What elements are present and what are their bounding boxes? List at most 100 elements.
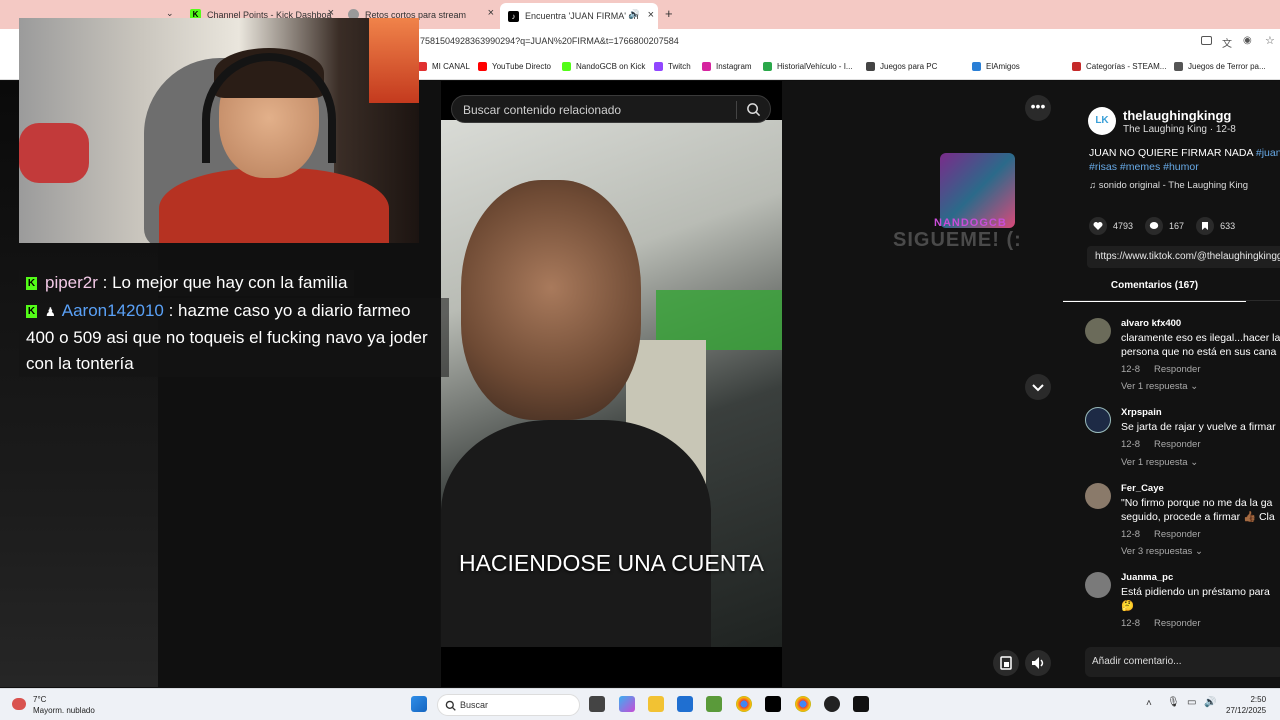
view-replies-button[interactable]: Ver 1 respuesta ⌄ xyxy=(1121,381,1198,392)
author-handle[interactable]: thelaughingkingg xyxy=(1123,108,1231,123)
comment-meta: 12-8 Responder xyxy=(1121,439,1201,450)
chevron-up-icon[interactable]: ˄ xyxy=(1146,698,1152,709)
eye-off-icon[interactable]: ◉ xyxy=(1243,35,1252,46)
author-name-date: The Laughing King · 12-8 xyxy=(1123,124,1236,135)
avatar[interactable] xyxy=(1085,483,1111,509)
volume-button[interactable] xyxy=(1025,650,1051,676)
view-replies-button[interactable]: Ver 1 respuesta ⌄ xyxy=(1121,457,1198,468)
bookmark-youtube[interactable]: YouTube Directo xyxy=(478,62,551,71)
comment-line: Está pidiendo un préstamo para xyxy=(1121,586,1270,598)
bookmark-steam[interactable]: Categorías - STEAM... xyxy=(1072,62,1166,71)
video-person xyxy=(461,180,641,420)
comment-user[interactable]: Fer_Caye xyxy=(1121,483,1164,494)
hashtag[interactable]: #juan xyxy=(1256,147,1280,159)
speaker-icon[interactable]: 🔊 xyxy=(1204,697,1216,708)
tab-tiktok-search[interactable]: ♪ Encuentra 'JUAN FIRMA' en 🔊 × xyxy=(500,3,658,29)
comment-icon xyxy=(1145,217,1164,235)
view-replies-button[interactable]: Ver 3 respuestas ⌄ xyxy=(1121,546,1203,557)
close-icon[interactable]: × xyxy=(648,9,654,21)
weather-icon[interactable] xyxy=(12,698,26,710)
chat-text: : Lo mejor que hay con la familia xyxy=(102,273,348,292)
chrome-icon[interactable] xyxy=(736,696,752,712)
video-details-panel: LK thelaughingkingg The Laughing King · … xyxy=(1063,81,1280,687)
hashtags[interactable]: #risas #memes #humor xyxy=(1089,161,1199,173)
bookmark-mi-canal[interactable]: MI CANAL xyxy=(418,62,470,71)
chat-message: Kpiper2r : Lo mejor que hay con la famil… xyxy=(19,270,355,296)
bookmark-historial[interactable]: HistorialVehículo - I... xyxy=(763,62,853,71)
bookmark-juegos-terror[interactable]: Juegos de Terror pa... xyxy=(1174,62,1266,71)
comment-meta: 12-8 Responder xyxy=(1121,618,1201,629)
like-button[interactable]: 4793 xyxy=(1089,217,1133,235)
speaker-icon[interactable]: 🔊 xyxy=(629,9,640,20)
save-button[interactable]: 633 xyxy=(1196,217,1235,235)
more-options-button[interactable]: ••• xyxy=(1025,95,1051,121)
weather-widget[interactable]: 7°C Mayorm. nublado xyxy=(33,694,95,716)
search-icon[interactable] xyxy=(746,102,761,117)
task-view-icon[interactable] xyxy=(589,696,605,712)
reply-button[interactable]: Responder xyxy=(1154,618,1200,629)
reply-button[interactable]: Responder xyxy=(1154,439,1200,450)
chat-user: piper2r xyxy=(45,273,98,292)
description-text: JUAN NO QUIERE FIRMAR NADA xyxy=(1089,147,1256,159)
twitch-icon xyxy=(654,62,663,71)
steam-icon xyxy=(1072,62,1081,71)
time: 2:50 xyxy=(1250,695,1267,704)
replies-label: Ver 1 respuesta xyxy=(1121,381,1188,392)
windows-start-icon[interactable] xyxy=(411,696,427,712)
bookmark-elamigos[interactable]: ElAmigos xyxy=(972,62,1020,71)
bookmark-twitch[interactable]: Twitch xyxy=(654,62,691,71)
store-icon[interactable] xyxy=(677,696,693,712)
bookmark-kick[interactable]: NandoGCB on Kick xyxy=(562,62,645,71)
bookmark-label: Juegos para PC xyxy=(880,62,938,71)
related-search-input[interactable]: Buscar contenido relacionado xyxy=(451,95,771,123)
avatar[interactable] xyxy=(1085,572,1111,598)
bookmark-juegos-pc[interactable]: Juegos para PC xyxy=(866,62,937,71)
author-avatar[interactable]: LK xyxy=(1088,107,1116,135)
reply-button[interactable]: Responder xyxy=(1154,364,1200,375)
comment-user[interactable]: Xrpspain xyxy=(1121,407,1162,418)
system-clock[interactable]: 2:50 27/12/2025 xyxy=(1226,694,1266,716)
bookmark-label: NandoGCB on Kick xyxy=(576,62,646,71)
kick-badge-icon: K xyxy=(26,277,37,291)
video-person xyxy=(441,420,711,647)
file-explorer-icon[interactable] xyxy=(648,696,664,712)
obs-icon[interactable] xyxy=(824,696,840,712)
network-icon[interactable]: ▭ xyxy=(1187,697,1196,708)
translate-icon[interactable]: 文 xyxy=(1222,35,1232,50)
copy-link-field[interactable]: https://www.tiktok.com/@thelaughingkingg xyxy=(1087,246,1280,268)
video-player[interactable]: HACIENDOSE UNA CUENTA xyxy=(441,120,782,647)
bookmark-label: ElAmigos xyxy=(986,62,1020,71)
new-tab-button[interactable]: + xyxy=(665,6,673,21)
star-icon[interactable]: ☆ xyxy=(1265,34,1275,47)
xbox-icon[interactable] xyxy=(706,696,722,712)
url-field[interactable]: 7581504928363990294?q=JUAN%20FIRMA&t=176… xyxy=(420,36,679,46)
comment-user[interactable]: Juanma_pc xyxy=(1121,572,1173,583)
close-icon[interactable]: × xyxy=(488,7,494,19)
pip-button[interactable] xyxy=(993,650,1019,676)
add-comment-input[interactable]: Añadir comentario... xyxy=(1085,647,1280,677)
reply-button[interactable]: Responder xyxy=(1154,529,1200,540)
tiktok-icon[interactable] xyxy=(765,696,781,712)
install-icon[interactable] xyxy=(1201,36,1212,45)
sound-link[interactable]: ♫ sonido original - The Laughing King xyxy=(1089,180,1248,191)
chrome-icon[interactable] xyxy=(795,696,811,712)
comment-date: 12-8 xyxy=(1121,439,1141,450)
comment-count: 167 xyxy=(1169,221,1185,231)
comment-meta: 12-8 Responder xyxy=(1121,529,1201,540)
bookmark-instagram[interactable]: Instagram xyxy=(702,62,752,71)
comment-user[interactable]: alvaro kfx400 xyxy=(1121,318,1181,329)
avatar[interactable] xyxy=(1085,318,1111,344)
comment-button[interactable]: 167 xyxy=(1145,217,1184,235)
next-video-button[interactable] xyxy=(1025,374,1051,400)
capcut-icon[interactable] xyxy=(853,696,869,712)
speaker-icon xyxy=(1032,657,1044,669)
tab-comments[interactable]: Comentarios (167) xyxy=(1063,280,1246,302)
avatar[interactable] xyxy=(1085,407,1111,433)
bookmark-icon xyxy=(866,62,875,71)
picture-in-picture-icon xyxy=(1000,656,1012,670)
chevron-down-icon: ⌄ xyxy=(1194,546,1203,557)
bookmark-icon xyxy=(763,62,772,71)
microphone-icon[interactable]: 🎙 xyxy=(1167,697,1180,708)
copilot-icon[interactable] xyxy=(619,696,635,712)
taskbar-search[interactable]: Buscar xyxy=(437,694,580,716)
